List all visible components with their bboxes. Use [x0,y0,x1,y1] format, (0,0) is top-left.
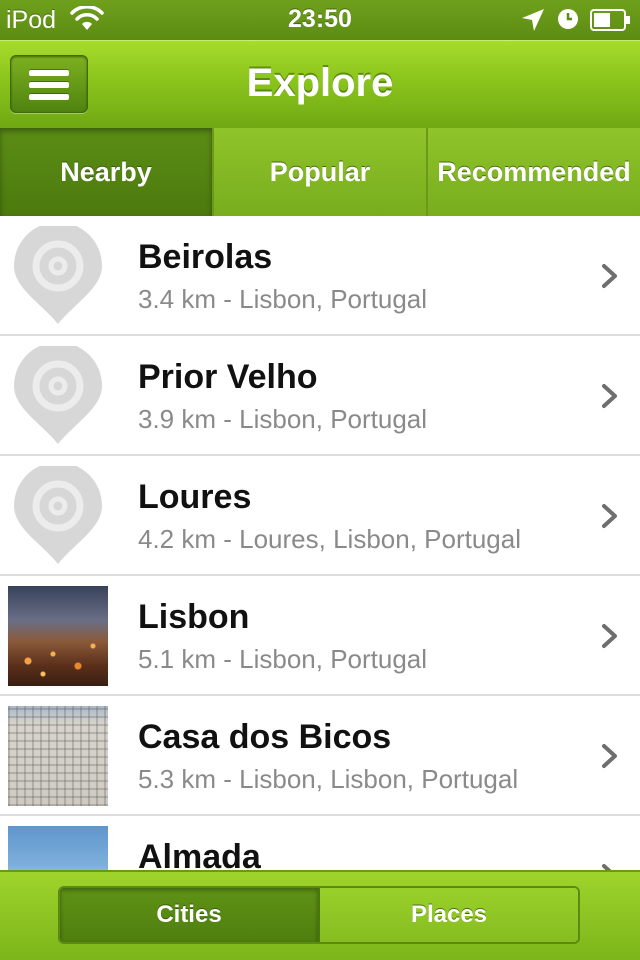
location-arrow-icon [520,7,546,40]
segment-places[interactable]: Places [320,888,578,942]
place-detail: 3.4 km - Lisbon, Portugal [138,284,428,314]
place-detail: 4.2 km - Loures, Lisbon, Portugal [138,524,521,554]
place-thumbnail [8,586,108,686]
map-pin-placeholder-icon [8,226,108,326]
chevron-right-icon [600,862,620,870]
map-pin-placeholder-icon [8,346,108,446]
tab-nearby[interactable]: Nearby [0,128,212,216]
place-thumbnail [8,826,108,870]
place-name: Prior Velho [138,358,318,396]
tab-popular[interactable]: Popular [212,128,426,216]
page-title: Explore [246,61,394,105]
tab-recommended[interactable]: Recommended [426,128,640,216]
chevron-right-icon [600,742,620,770]
place-name: Lisbon [138,598,250,636]
list-item[interactable]: Loures 4.2 km - Loures, Lisbon, Portugal [0,456,640,576]
chevron-right-icon [600,382,620,410]
list-item[interactable]: Lisbon 5.1 km - Lisbon, Portugal [0,576,640,696]
chevron-right-icon [600,622,620,650]
list-item[interactable]: Beirolas 3.4 km - Lisbon, Portugal [0,216,640,336]
place-name: Casa dos Bicos [138,718,392,756]
segment-cities[interactable]: Cities [60,888,320,942]
map-pin-placeholder-icon [8,466,108,566]
place-thumbnail [8,706,108,806]
place-name: Beirolas [138,238,273,276]
explore-tabs: Nearby Popular Recommended [0,128,640,216]
alarm-clock-icon [556,7,580,38]
place-detail: 5.1 km - Lisbon, Portugal [138,644,428,674]
status-bar: iPod 23:50 [0,0,640,40]
list-item[interactable]: Prior Velho 3.9 km - Lisbon, Portugal [0,336,640,456]
explore-screen: iPod 23:50 Explore Nearby Popular Recomm… [0,0,640,960]
battery-icon [590,9,632,38]
place-name: Loures [138,478,252,516]
place-name: Almada [138,838,261,870]
chevron-right-icon [600,262,620,290]
cities-places-segmented-control: Cities Places [58,886,580,944]
place-detail: 3.9 km - Lisbon, Portugal [138,404,428,434]
chevron-right-icon [600,502,620,530]
navigation-bar: Explore [0,40,640,128]
list-item[interactable]: Casa dos Bicos 5.3 km - Lisbon, Lisbon, … [0,696,640,816]
list-item[interactable]: Almada [0,816,640,870]
place-list: Beirolas 3.4 km - Lisbon, Portugal Prior… [0,216,640,870]
bottom-toolbar: Cities Places [0,870,640,960]
place-detail: 5.3 km - Lisbon, Lisbon, Portugal [138,764,519,794]
